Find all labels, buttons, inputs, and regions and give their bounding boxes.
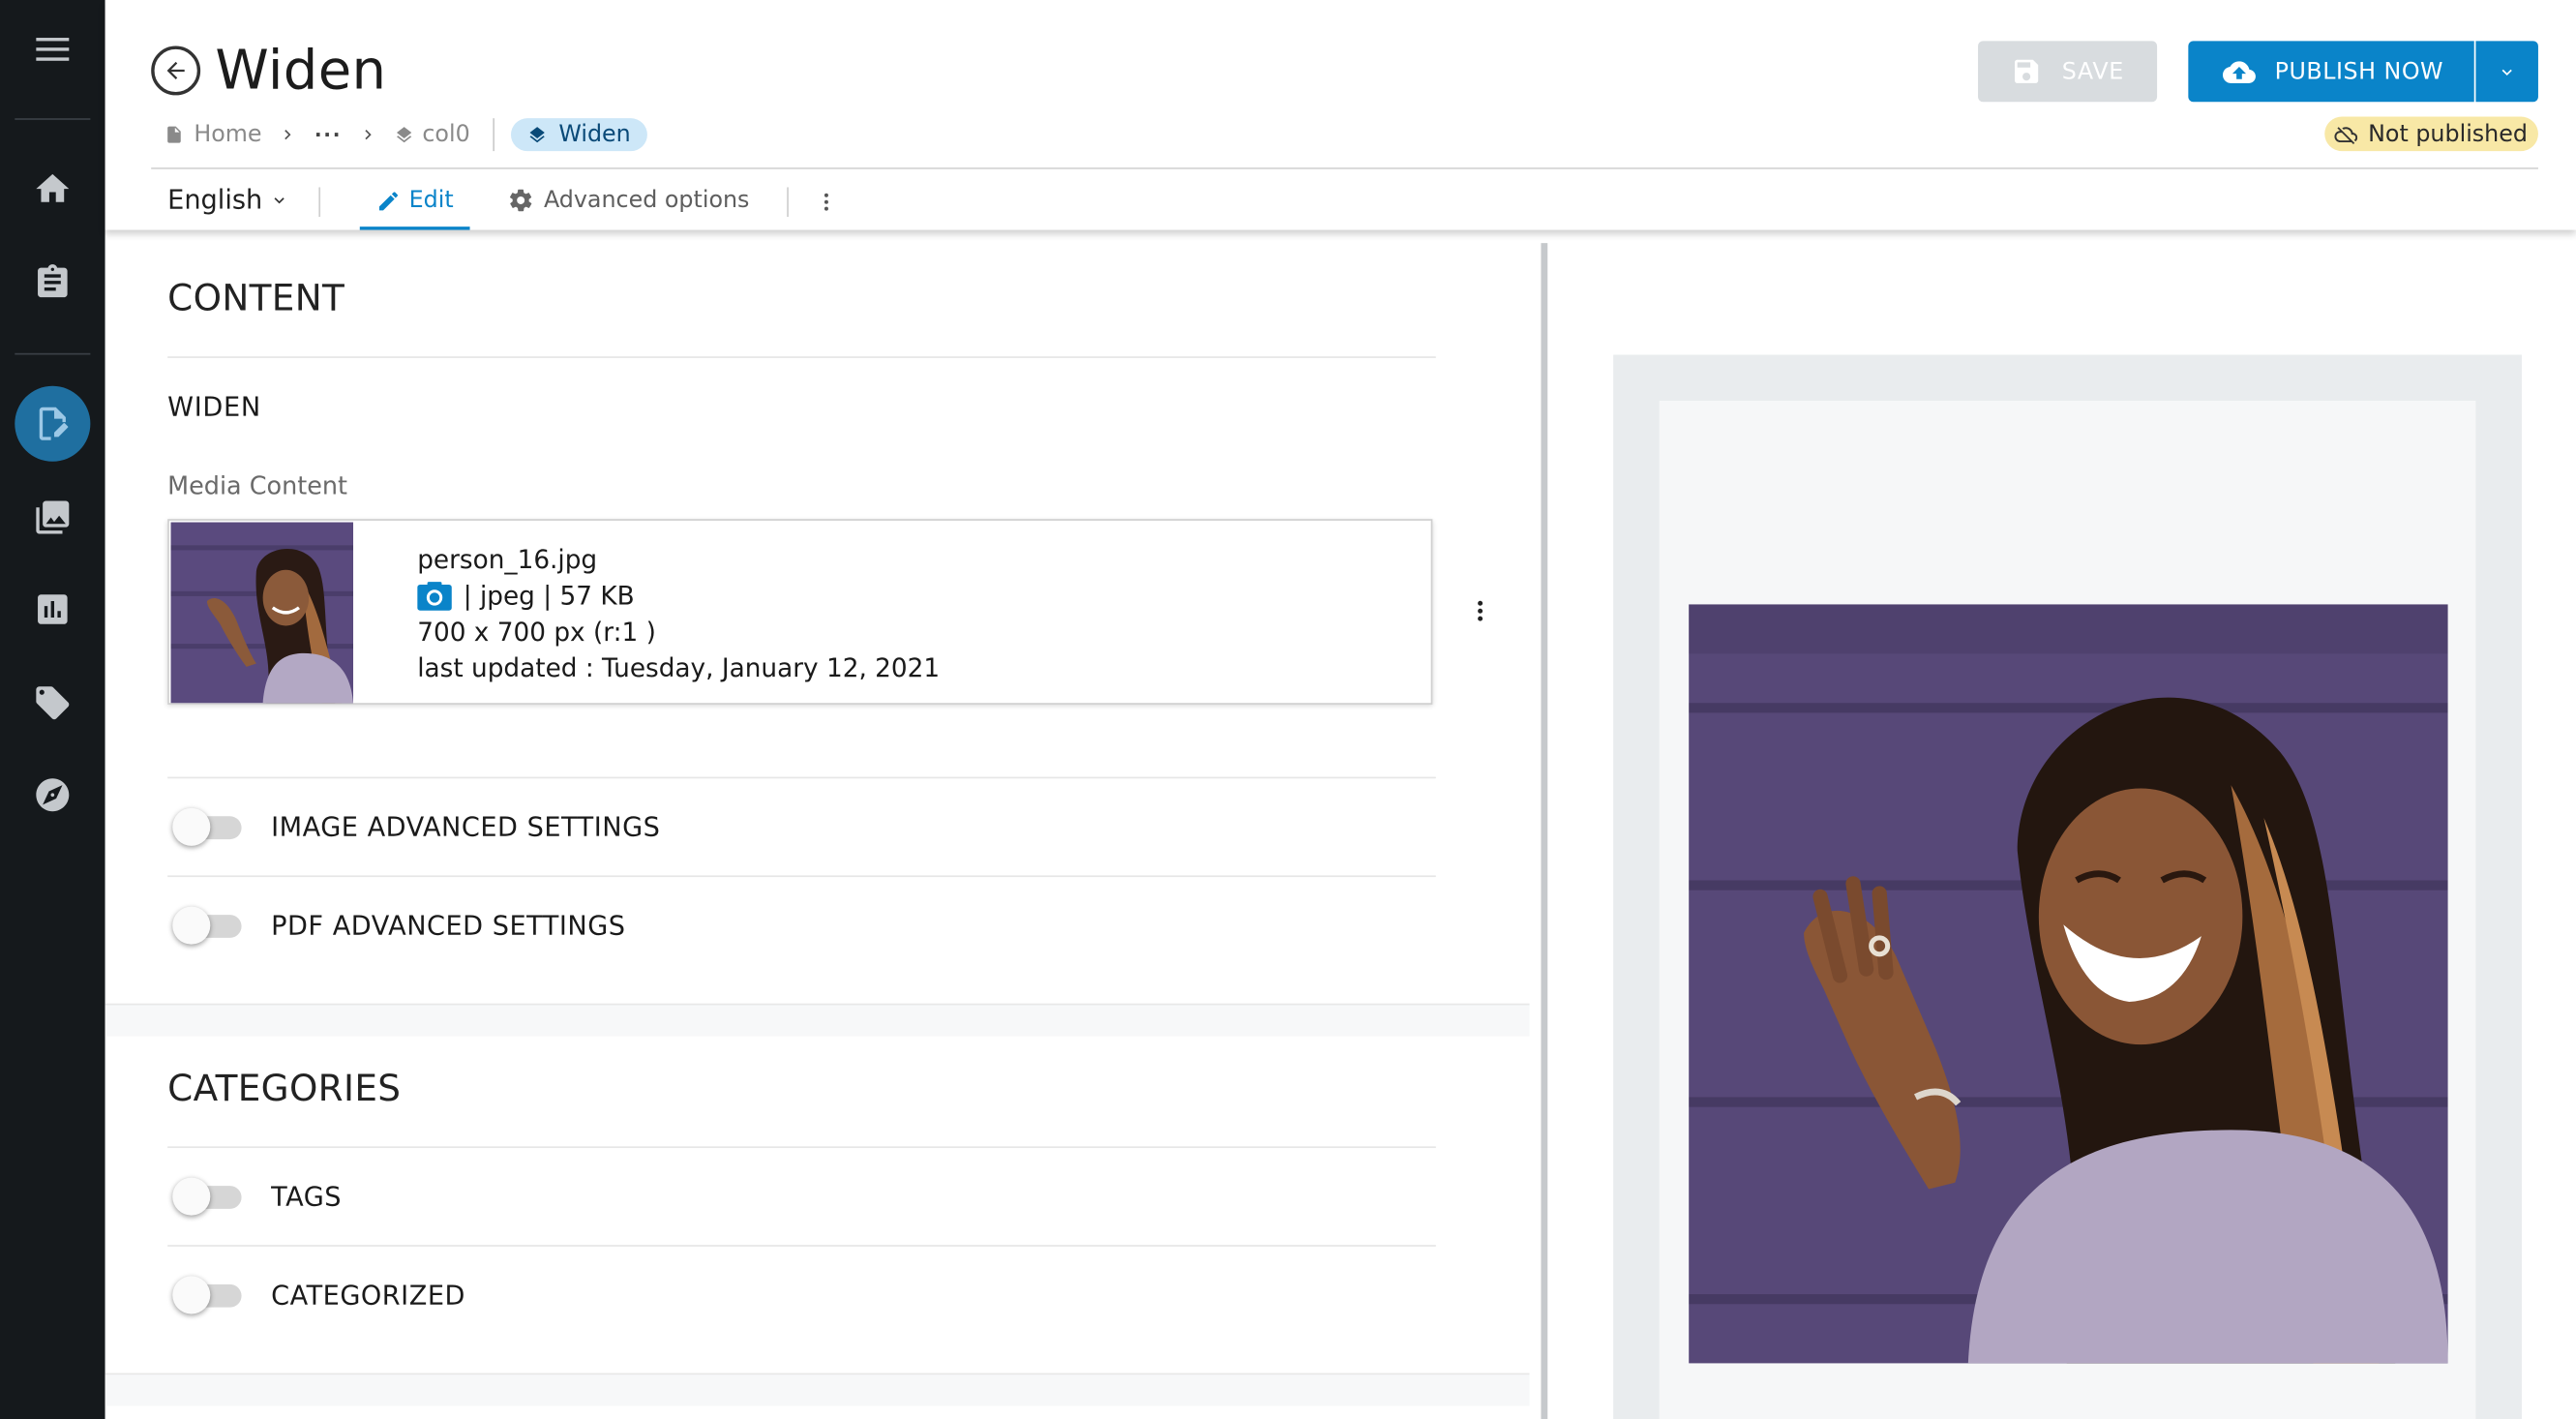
layers-icon [397, 127, 412, 143]
pdf-advanced-settings-label: PDF ADVANCED SETTINGS [271, 909, 626, 941]
page-title: Widen [215, 38, 387, 103]
chevron-down-icon [2501, 68, 2512, 75]
status-label: Not published [2368, 120, 2528, 147]
categorized-toggle[interactable] [172, 1276, 245, 1314]
image-advanced-settings-toggle[interactable] [172, 807, 245, 846]
pencil-icon [378, 191, 398, 210]
cloud-upload-icon [2222, 60, 2256, 83]
chevron-right-icon [358, 125, 377, 144]
media-info: person_16.jpg | jpeg | 57 KB 700 x 700 p… [417, 542, 940, 686]
document-icon [167, 126, 181, 143]
media-thumbnail[interactable] [170, 522, 354, 704]
home-icon[interactable] [0, 149, 105, 227]
back-button[interactable] [151, 45, 201, 96]
section-title-content: CONTENT [167, 279, 345, 320]
tag-icon[interactable] [0, 664, 105, 742]
toolbar-divider [787, 187, 789, 217]
preview-canvas [1659, 401, 2476, 1419]
toggle-row-image-advanced: IMAGE ADVANCED SETTINGS [167, 778, 1436, 873]
header-divider [151, 167, 2538, 169]
compass-icon[interactable] [0, 756, 105, 834]
section-title-categories: CATEGORIES [167, 1069, 402, 1111]
clipboard-icon[interactable] [0, 243, 105, 321]
breadcrumb-ellipsis[interactable]: ··· [315, 123, 342, 146]
pane-splitter[interactable] [1541, 243, 1548, 1419]
divider [167, 356, 1436, 358]
media-content-label: Media Content [167, 470, 348, 501]
media-last-updated: last updated : Tuesday, January 12, 2021 [417, 653, 941, 683]
component-label: WIDEN [167, 390, 261, 423]
section-separator [105, 1003, 1530, 1037]
breadcrumb-folder-label: col0 [422, 121, 470, 148]
tab-advanced-options[interactable]: Advanced options [508, 187, 750, 214]
toolbar-divider [318, 187, 321, 217]
toggle-row-categorized: CATEGORIZED [167, 1247, 1436, 1342]
sidebar [0, 0, 105, 1419]
cloud-off-icon [2335, 126, 2358, 144]
language-select[interactable]: English [167, 184, 288, 215]
section-separator [105, 1373, 1530, 1406]
language-label: English [167, 184, 263, 216]
bar-chart-icon[interactable] [0, 570, 105, 649]
portrait-preview-image [1689, 604, 2448, 1364]
preview-pane [1554, 229, 2576, 1419]
toggle-row-tags: TAGS [167, 1148, 1436, 1243]
tab-edit[interactable]: Edit [359, 174, 470, 230]
publish-now-label: PUBLISH NOW [2274, 58, 2444, 85]
editor-header: Widen Home ··· col0 Widen SAVE PUBLISH N… [105, 0, 2576, 230]
chevron-down-icon [274, 196, 285, 203]
media-filename: person_16.jpg [417, 545, 598, 575]
more-options-button[interactable] [815, 187, 838, 217]
breadcrumb-current-label: Widen [558, 121, 631, 148]
layers-icon [529, 127, 545, 143]
breadcrumb-folder[interactable]: col0 [395, 122, 470, 148]
floppy-disk-icon [2015, 59, 2039, 83]
toggle-row-pdf-advanced: PDF ADVANCED SETTINGS [167, 877, 1436, 972]
breadcrumb-current: Widen [511, 118, 647, 152]
image-library-icon[interactable] [0, 478, 105, 557]
save-button-label: SAVE [2061, 58, 2124, 85]
arrow-left-icon [166, 61, 185, 80]
more-vertical-icon [824, 193, 828, 211]
media-more-button[interactable] [1467, 594, 1493, 627]
preview-frame [1613, 354, 2522, 1419]
preview-image [1689, 604, 2448, 1364]
tags-label: TAGS [271, 1180, 343, 1212]
tags-toggle[interactable] [172, 1177, 245, 1216]
sidebar-divider [15, 352, 91, 355]
sidebar-divider [15, 118, 91, 120]
gear-icon [510, 189, 532, 212]
breadcrumb-divider [493, 118, 495, 152]
breadcrumb: Home ··· col0 Widen [165, 118, 647, 152]
tab-edit-label: Edit [408, 187, 454, 214]
breadcrumb-home[interactable]: Home [165, 122, 262, 148]
tab-advanced-label: Advanced options [543, 187, 750, 214]
menu-icon[interactable] [0, 10, 105, 88]
media-type-size: | jpeg | 57 KB [463, 581, 635, 612]
more-vertical-icon [1478, 600, 1483, 621]
categorized-label: CATEGORIZED [271, 1278, 465, 1311]
content-edit-icon[interactable] [0, 384, 105, 463]
save-button[interactable]: SAVE [1978, 41, 2158, 103]
status-badge: Not published [2324, 116, 2538, 152]
media-dimensions: 700 x 700 px (r:1 ) [417, 617, 656, 648]
portrait-thumbnail-image [170, 522, 354, 704]
breadcrumb-home-label: Home [194, 121, 262, 148]
chevron-right-icon [278, 125, 297, 144]
publish-options-button[interactable] [2475, 41, 2538, 103]
pdf-advanced-settings-toggle[interactable] [172, 906, 245, 945]
camera-icon [417, 582, 452, 611]
content-form: CONTENT WIDEN Media Content person_16.jp… [105, 229, 1530, 1419]
publish-now-button[interactable]: PUBLISH NOW [2188, 41, 2474, 103]
media-card[interactable]: person_16.jpg | jpeg | 57 KB 700 x 700 p… [167, 519, 1433, 705]
image-advanced-settings-label: IMAGE ADVANCED SETTINGS [271, 810, 661, 842]
